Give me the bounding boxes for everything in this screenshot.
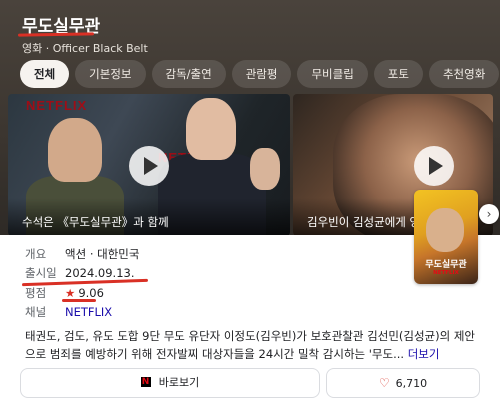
rating-label: 평점 xyxy=(25,286,47,300)
synopsis: 태권도, 검도, 유도 도합 9단 무도 유단자 이정도(김우빈)가 보호관찰관… xyxy=(25,327,483,363)
heart-icon: ♡ xyxy=(378,376,390,390)
more-link[interactable]: 더보기 xyxy=(408,347,440,361)
rating-value: 9.06 xyxy=(78,286,104,300)
waving-hand xyxy=(250,148,280,190)
tab-director-cast[interactable]: 감독/출연 xyxy=(151,60,226,88)
like-button[interactable]: ♡ 6,710 xyxy=(326,368,480,398)
person-figure xyxy=(48,118,102,182)
info-genre-row: 개요 액션 · 대한민국 xyxy=(25,246,139,262)
watch-now-button[interactable]: 바로보기 xyxy=(20,368,320,398)
like-count: 6,710 xyxy=(395,377,428,390)
channel-link[interactable]: NETFLIX xyxy=(65,305,112,319)
tab-movie-clips[interactable]: 무비클립 xyxy=(297,60,368,88)
video-caption: 수석은 《무도실무관》과 함께 xyxy=(8,198,290,235)
video-thumbnail-1[interactable]: NETFLIX NETFLIX 수석은 《무도실무관》과 함께 xyxy=(8,94,290,235)
tab-basic-info[interactable]: 기본정보 xyxy=(75,60,146,88)
poster-brand: NETFLIX xyxy=(433,270,459,276)
genre-label: 개요 xyxy=(25,247,47,261)
info-release-row: 출시일 2024.09.13. xyxy=(25,265,135,281)
tab-photos[interactable]: 포토 xyxy=(373,60,423,88)
tab-bar: 전체 기본정보 감독/출연 관람평 무비클립 포토 추천영화 xyxy=(20,60,500,88)
poster-face xyxy=(426,208,464,252)
rating-underline-annotation xyxy=(62,299,96,302)
play-icon[interactable] xyxy=(414,146,454,186)
netflix-icon xyxy=(140,368,151,396)
genre-value: 액션 · 대한민국 xyxy=(65,247,140,261)
watch-now-label: 바로보기 xyxy=(158,376,200,389)
tab-reviews[interactable]: 관람평 xyxy=(231,60,292,88)
info-channel-row: 채널 NETFLIX xyxy=(25,304,112,320)
channel-label: 채널 xyxy=(25,305,47,319)
person-figure xyxy=(186,98,236,160)
chevron-right-icon[interactable]: › xyxy=(479,204,499,224)
page-subtitle: 영화 · Officer Black Belt xyxy=(22,42,148,55)
play-icon[interactable] xyxy=(129,146,169,186)
release-value: 2024.09.13. xyxy=(65,266,135,280)
tab-all[interactable]: 전체 xyxy=(20,60,70,88)
poster-title: 무도실무관 xyxy=(425,260,467,270)
netflix-backdrop-text: NETFLIX xyxy=(26,98,88,113)
star-icon: ★ xyxy=(65,286,76,300)
release-label: 출시일 xyxy=(25,266,57,280)
tab-recommended[interactable]: 추천영화 xyxy=(428,60,500,88)
movie-poster[interactable]: 무도실무관 NETFLIX xyxy=(414,190,478,284)
